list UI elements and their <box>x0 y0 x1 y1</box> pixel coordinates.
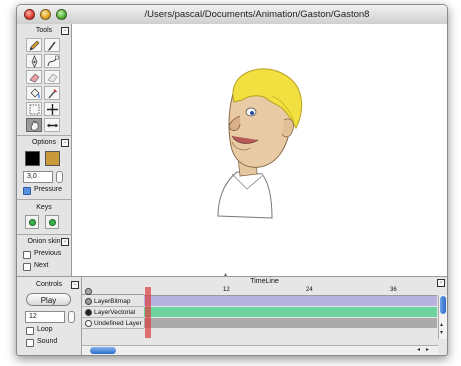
paint-bucket-icon <box>30 88 40 99</box>
play-button[interactable]: Play <box>26 293 71 306</box>
curve-icon <box>47 55 59 67</box>
next-checkbox[interactable] <box>23 263 31 271</box>
loop-checkbox[interactable] <box>26 327 34 335</box>
pin-icon[interactable]: ▫ <box>437 279 445 287</box>
next-label: Next <box>34 262 49 269</box>
stroke-color-swatch[interactable] <box>25 151 40 166</box>
scroll-left-arrow-icon[interactable]: ◂ <box>417 346 420 353</box>
remove-key-button[interactable] <box>45 215 59 229</box>
tool-eyedropper[interactable] <box>44 86 60 100</box>
drawing-canvas[interactable] <box>72 24 447 276</box>
pressure-checkbox[interactable] <box>23 187 31 195</box>
key-add-icon <box>29 219 36 226</box>
add-key-button[interactable] <box>25 215 39 229</box>
layer-visibility-icon[interactable] <box>85 309 92 316</box>
scroll-up-arrow-icon[interactable]: ▴ <box>440 321 443 328</box>
minimize-button[interactable] <box>40 9 51 20</box>
panel-divider <box>17 199 71 200</box>
title-bar[interactable]: /Users/pascal/Documents/Animation/Gaston… <box>17 5 447 25</box>
tool-resize[interactable] <box>44 118 60 132</box>
layer-track[interactable] <box>144 318 437 328</box>
horizontal-scrollbar[interactable]: ◂ ▸ <box>82 345 438 355</box>
pressure-label: Pressure <box>34 186 63 193</box>
frame-ruler[interactable]: 12 24 36 <box>144 287 437 296</box>
left-panels: Tools ▫ Options ▫ 3,0 Pressure Keys Onio… <box>17 24 72 276</box>
close-button[interactable] <box>24 9 35 20</box>
keys-panel-title: Keys <box>36 204 52 211</box>
sound-label: Sound <box>37 338 58 345</box>
layer-name: Undefined Layer <box>94 320 142 327</box>
pencil-icon <box>29 40 40 51</box>
app-window: /Users/pascal/Documents/Animation/Gaston… <box>16 4 448 356</box>
previous-checkbox[interactable] <box>23 251 31 259</box>
layer-name: LayerVectorial <box>94 309 136 316</box>
layer-visibility-icon[interactable] <box>85 320 92 327</box>
tool-select[interactable] <box>26 102 42 116</box>
tool-smudge[interactable] <box>44 70 60 84</box>
loop-label: Loop <box>37 326 53 333</box>
key-remove-icon <box>49 219 56 226</box>
fps-field[interactable]: 12 <box>25 311 65 323</box>
vertical-scroll-thumb[interactable] <box>440 296 446 314</box>
sound-checkbox[interactable] <box>26 339 34 347</box>
layer-row[interactable]: LayerVectorial <box>82 307 144 318</box>
tool-curve[interactable] <box>44 54 60 68</box>
scroll-down-arrow-icon[interactable]: ▾ <box>440 329 443 336</box>
brush-icon <box>48 41 56 51</box>
tool-pencil[interactable] <box>26 38 42 52</box>
size-stepper[interactable] <box>56 171 63 183</box>
layer-name: LayerBitmap <box>94 298 131 305</box>
window-title: /Users/pascal/Documents/Animation/Gaston… <box>144 9 370 20</box>
layer-row[interactable]: Undefined Layer <box>82 318 144 329</box>
tool-eraser[interactable] <box>26 70 42 84</box>
fill-color-swatch[interactable] <box>45 151 60 166</box>
eyedropper-icon <box>48 89 57 99</box>
panel-divider <box>17 135 71 136</box>
eraser-icon <box>29 73 40 83</box>
ruler-label: 24 <box>306 287 313 293</box>
playhead[interactable] <box>145 287 151 338</box>
layer-track[interactable] <box>144 296 437 306</box>
bottom-bar: Controls ▫ Play 12 Loop Sound TimeLine ▫… <box>17 276 447 355</box>
tool-paint-bucket[interactable] <box>26 86 42 100</box>
select-icon <box>29 104 40 115</box>
previous-label: Previous <box>34 250 62 257</box>
fps-stepper[interactable] <box>68 311 75 323</box>
pin-icon[interactable]: ▫ <box>61 238 69 246</box>
move-icon <box>47 104 58 115</box>
size-field[interactable]: 3,0 <box>23 171 53 183</box>
pin-icon[interactable]: ▫ <box>61 139 69 147</box>
zoom-button[interactable] <box>56 9 67 20</box>
pin-icon[interactable]: ▫ <box>71 281 79 289</box>
visibility-icon[interactable] <box>85 288 92 295</box>
scroll-right-arrow-icon[interactable]: ▸ <box>426 346 429 353</box>
layer-row[interactable]: LayerBitmap <box>82 296 144 307</box>
tool-brush[interactable] <box>44 38 60 52</box>
tool-hand[interactable] <box>26 118 42 132</box>
layer-visibility-icon[interactable] <box>85 298 92 305</box>
ruler-header-row <box>82 287 144 295</box>
tool-move[interactable] <box>44 102 60 116</box>
resize-icon <box>47 123 58 128</box>
horizontal-scroll-thumb[interactable] <box>90 347 116 354</box>
pen-icon <box>31 55 38 68</box>
tool-pen[interactable] <box>26 54 42 68</box>
character-drawing <box>217 68 303 219</box>
vertical-scrollbar[interactable]: ▴ ▾ <box>438 295 447 339</box>
hand-icon <box>30 120 39 131</box>
controls-panel: Controls ▫ Play 12 Loop Sound <box>17 277 82 355</box>
ruler-label: 36 <box>390 287 397 293</box>
pin-icon[interactable]: ▫ <box>61 27 69 35</box>
panel-divider <box>17 234 71 235</box>
ruler-label: 12 <box>223 287 230 293</box>
smudge-icon <box>47 73 58 83</box>
timeline-panel: TimeLine ▫ 12 24 36 LayerBitmap LayerVec… <box>82 277 447 355</box>
timeline-title: TimeLine <box>250 278 279 285</box>
layer-track[interactable] <box>144 307 437 317</box>
